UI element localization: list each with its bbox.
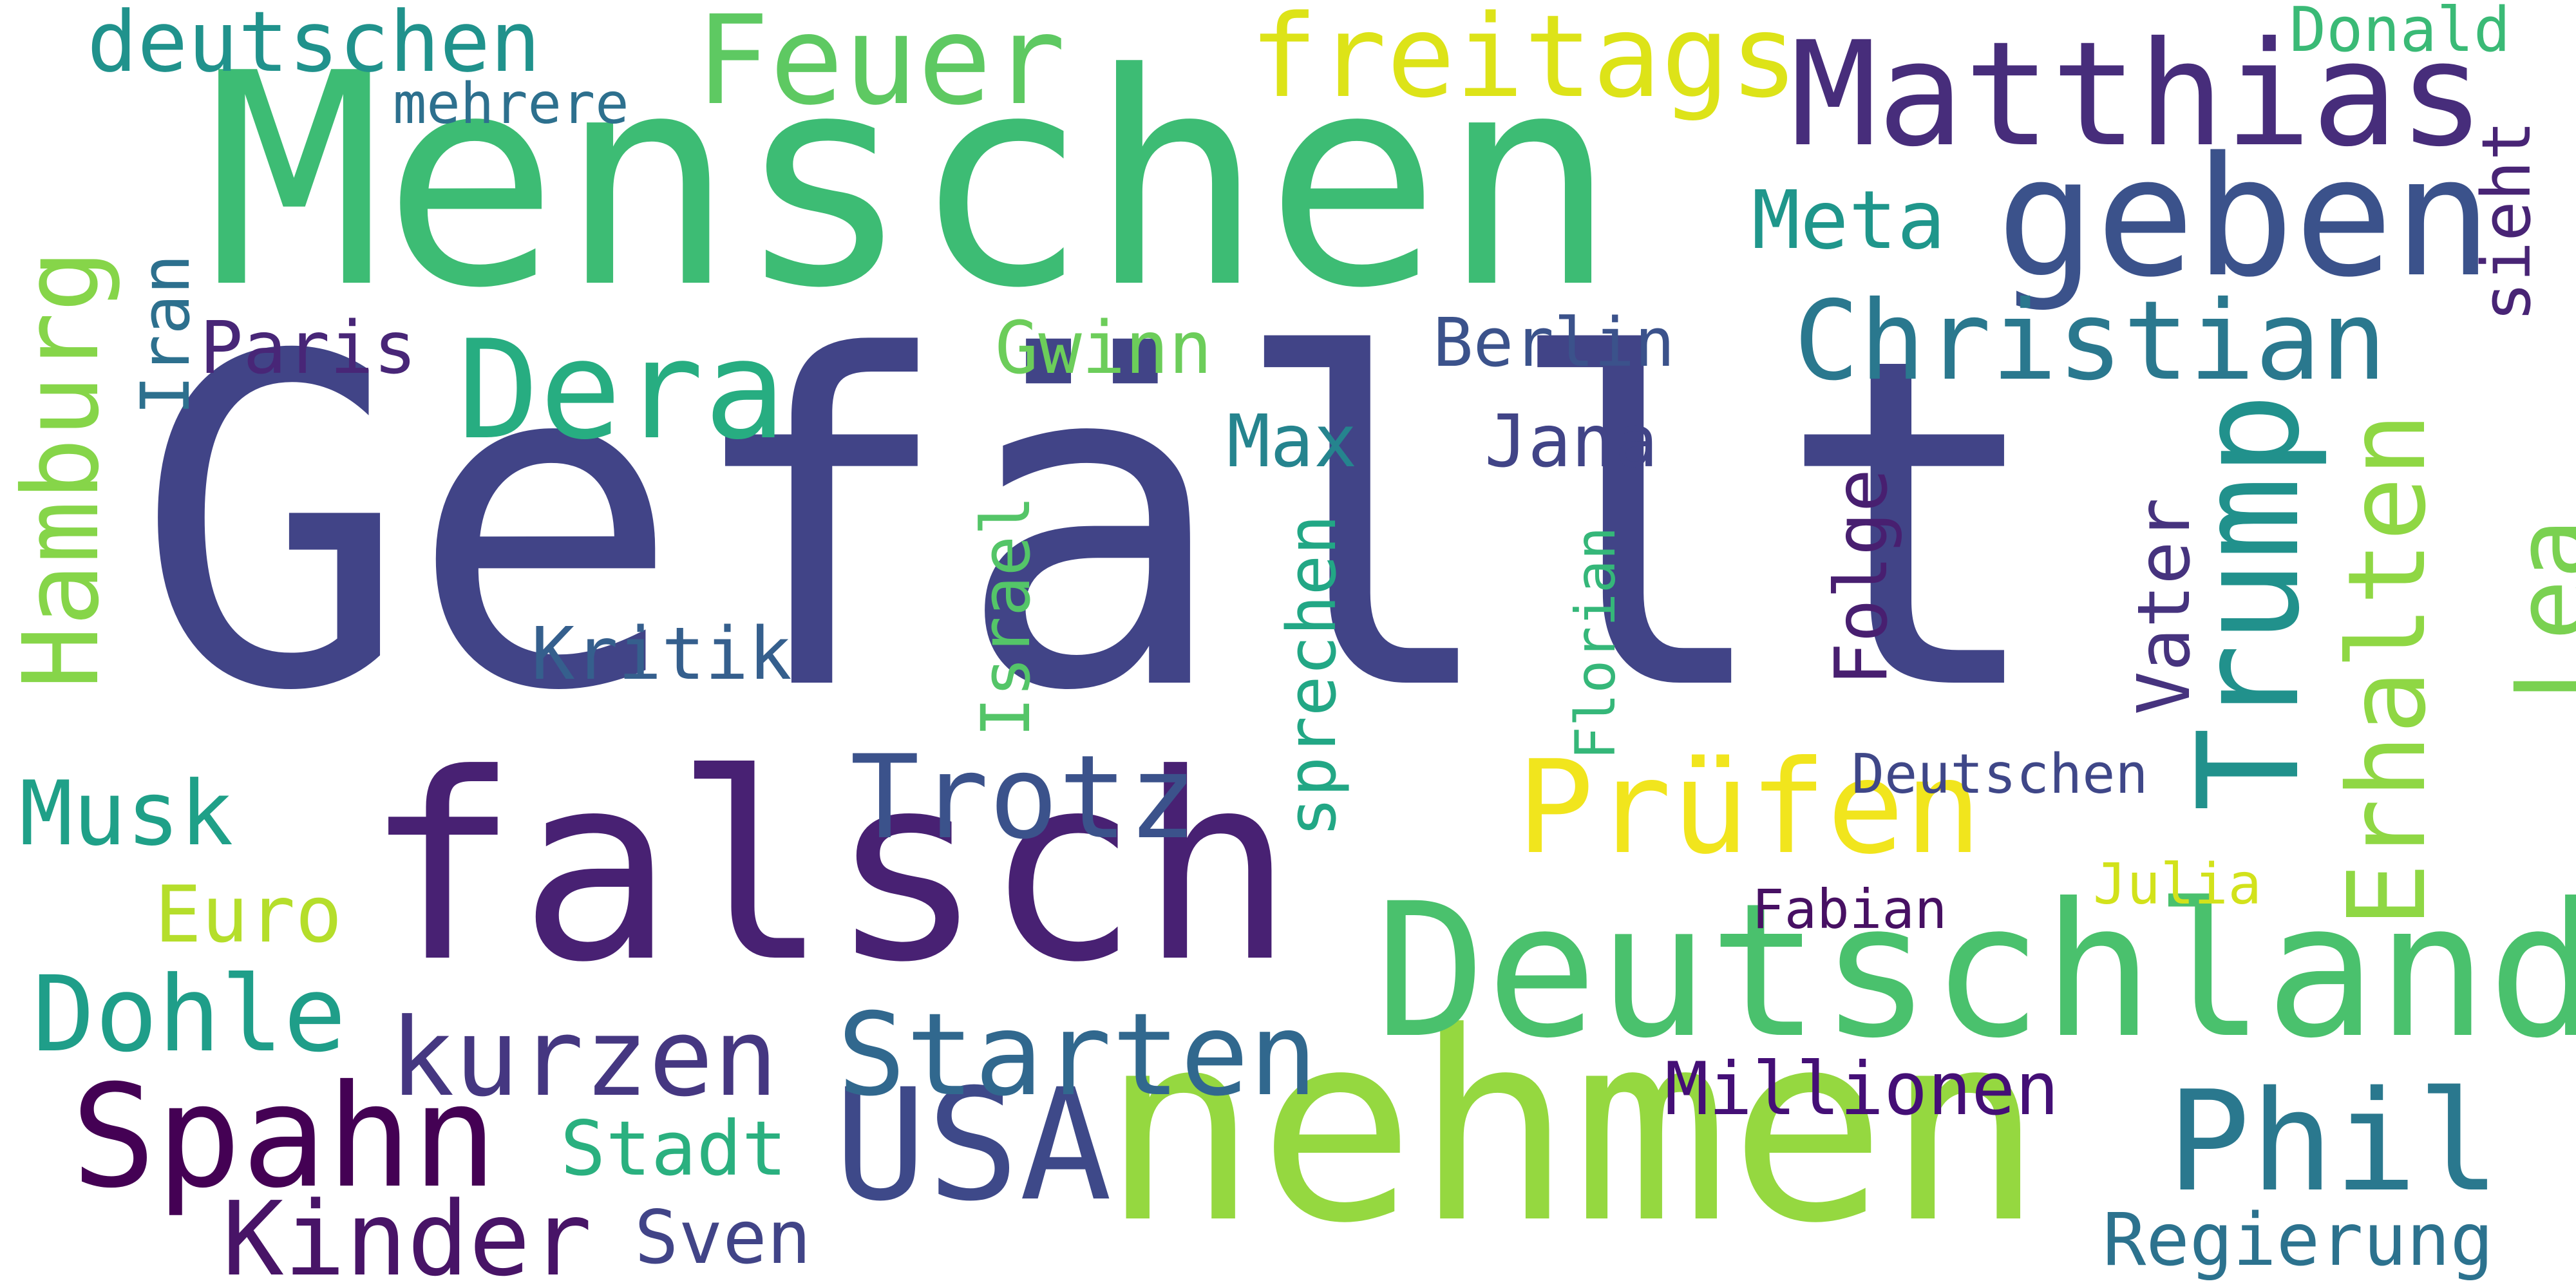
- word-lea: Lea: [2494, 518, 2576, 702]
- word-israel: Israel: [967, 495, 1045, 737]
- word-sven: Sven: [634, 1195, 811, 1280]
- word-millionen: Millionen: [1665, 1046, 2060, 1132]
- word-mehrere: mehrere: [393, 71, 629, 137]
- word-kinder: Kinder: [222, 1180, 592, 1288]
- word-kritik: Kritik: [531, 612, 792, 696]
- word-freitags: freitags: [1249, 0, 1799, 123]
- word-phil: Phil: [2167, 1061, 2501, 1222]
- word-max: Max: [1227, 400, 1358, 484]
- word-gwinn: Gwinn: [995, 307, 1213, 390]
- word-geben: geben: [1996, 122, 2493, 314]
- word-donald: Donald: [2289, 0, 2511, 66]
- word-vater: Vater: [2123, 497, 2206, 715]
- word-christian: Christian: [1794, 278, 2387, 405]
- word-paris: Paris: [200, 307, 417, 390]
- word-erhalten: Erhalten: [2325, 412, 2450, 927]
- word-cloud: Gefällt Menschen falsch nehmen Deutschla…: [0, 0, 2576, 1288]
- word-dera: Dera: [457, 310, 786, 469]
- word-feuer: Feuer: [696, 0, 1066, 133]
- word-musk: Musk: [19, 762, 234, 866]
- word-iran: Iran: [126, 254, 205, 415]
- word-regierung: Regierung: [2103, 1198, 2494, 1282]
- word-folge: Folge: [1820, 468, 1904, 686]
- word-meta: Meta: [1752, 174, 1946, 267]
- word-euro: Euro: [155, 869, 343, 960]
- word-sprechen: sprechen: [1273, 515, 1351, 837]
- word-sieht: sieht: [2467, 120, 2546, 322]
- word-julia: Julia: [2093, 851, 2262, 917]
- word-berlin: Berlin: [1433, 303, 1675, 382]
- word-hamburg: Hamburg: [1, 249, 122, 689]
- word-stadt: Stadt: [560, 1104, 788, 1193]
- word-kurzen: kurzen: [390, 996, 779, 1121]
- word-trotz: Trotz: [850, 731, 1197, 865]
- word-deutschen-2: Deutschen: [1852, 743, 2148, 806]
- word-starten: Starten: [837, 989, 1318, 1121]
- word-dohle: Dohle: [32, 954, 346, 1075]
- word-fabian: Fabian: [1752, 878, 1947, 941]
- word-florian: Florian: [1564, 526, 1628, 760]
- word-jana: Jana: [1484, 400, 1658, 484]
